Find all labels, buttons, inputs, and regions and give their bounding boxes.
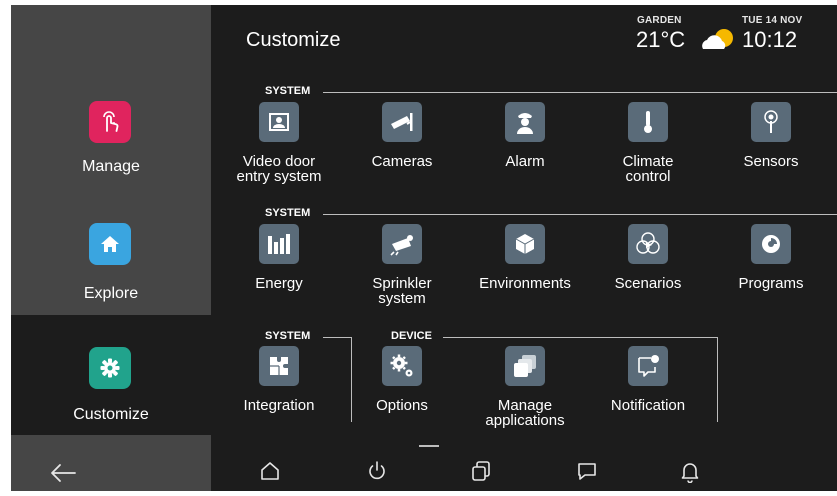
sidebar-item-label: Customize bbox=[73, 406, 149, 423]
bottom-nav bbox=[211, 435, 837, 491]
power-icon[interactable] bbox=[363, 457, 391, 485]
gears-icon bbox=[382, 346, 422, 386]
touch-hand-icon bbox=[89, 101, 131, 143]
back-arrow-icon[interactable] bbox=[47, 461, 79, 485]
tile-label: Alarm bbox=[505, 153, 545, 170]
bell-icon[interactable] bbox=[676, 457, 704, 485]
section-divider-vertical bbox=[717, 337, 718, 422]
temperature: 21°C bbox=[636, 27, 686, 52]
video-door-icon bbox=[259, 102, 299, 142]
sensor-icon bbox=[751, 102, 791, 142]
tile-alarm[interactable]: Alarm bbox=[473, 102, 583, 206]
partly-cloudy-icon bbox=[697, 25, 737, 53]
tile-sensors[interactable]: Sensors bbox=[719, 102, 829, 206]
tile-label: Cameras bbox=[371, 153, 433, 170]
guard-icon bbox=[505, 102, 545, 142]
tile-programs[interactable]: Programs bbox=[719, 224, 829, 328]
program-clock-icon bbox=[751, 224, 791, 264]
tile-label: Environments bbox=[479, 275, 571, 292]
clock: 10:12 bbox=[742, 27, 798, 52]
sidebar-item-explore[interactable]: Explore bbox=[11, 193, 211, 313]
section-label: SYSTEM bbox=[265, 330, 311, 342]
tile-label: Scenarios bbox=[614, 275, 682, 292]
sidebar-item-label: Manage bbox=[82, 158, 140, 175]
tile-sprinkler-system[interactable]: Sprinkler system bbox=[350, 224, 460, 328]
tile-label: Energy bbox=[255, 275, 303, 292]
tile-scenarios[interactable]: Scenarios bbox=[596, 224, 706, 328]
sidebar-item-customize[interactable]: Customize bbox=[11, 315, 211, 435]
tile-cameras[interactable]: Cameras bbox=[350, 102, 460, 206]
tile-label: Programs bbox=[738, 275, 804, 292]
cube-icon bbox=[505, 224, 545, 264]
gear-icon bbox=[89, 347, 131, 389]
tile-video-door-entry-system[interactable]: Video door entry system bbox=[227, 102, 337, 206]
tile-environments[interactable]: Environments bbox=[473, 224, 583, 328]
tile-label: Video door entry system bbox=[236, 153, 322, 185]
camera-icon bbox=[382, 102, 422, 142]
sidebar-item-label: Explore bbox=[83, 285, 139, 302]
multiwindow-icon[interactable] bbox=[467, 457, 495, 485]
bottom-left-bar bbox=[11, 435, 211, 491]
section-divider bbox=[323, 337, 351, 338]
notification-bubble-icon bbox=[628, 346, 668, 386]
weather-location: GARDEN bbox=[637, 15, 682, 26]
date-label: TUE 14 NOV bbox=[742, 15, 803, 26]
tile-label: Sprinkler system bbox=[372, 275, 432, 307]
sidebar: Manage Explore Customize bbox=[11, 5, 211, 491]
energy-bars-icon bbox=[259, 224, 299, 264]
device-screen: Manage Explore Customize Customize GARDE… bbox=[11, 5, 837, 491]
scroll-indicator bbox=[419, 445, 439, 447]
tile-label: Climate control bbox=[622, 153, 674, 185]
section-divider bbox=[323, 92, 837, 93]
thermometer-icon bbox=[628, 102, 668, 142]
home-outline-icon[interactable] bbox=[256, 457, 284, 485]
tile-label: Sensors bbox=[743, 153, 799, 170]
section-divider bbox=[443, 337, 717, 338]
tile-label: Integration bbox=[243, 397, 315, 414]
sidebar-item-manage[interactable]: Manage bbox=[11, 71, 211, 191]
tile-label: Manage applications bbox=[485, 397, 565, 429]
section-divider bbox=[323, 214, 837, 215]
sprinkler-icon bbox=[382, 224, 422, 264]
section-label: DEVICE bbox=[391, 330, 432, 342]
tile-label: Notification bbox=[610, 397, 686, 414]
message-icon[interactable] bbox=[573, 457, 601, 485]
scenario-play-icon bbox=[628, 224, 668, 264]
tile-energy[interactable]: Energy bbox=[227, 224, 337, 328]
tile-label: Options bbox=[376, 397, 428, 414]
tile-climate-control[interactable]: Climate control bbox=[596, 102, 706, 206]
section-label: SYSTEM bbox=[265, 207, 311, 219]
section-label: SYSTEM bbox=[265, 85, 311, 97]
page-title: Customize bbox=[246, 29, 341, 51]
stacked-squares-icon bbox=[505, 346, 545, 386]
puzzle-icon bbox=[259, 346, 299, 386]
home-icon bbox=[89, 223, 131, 265]
